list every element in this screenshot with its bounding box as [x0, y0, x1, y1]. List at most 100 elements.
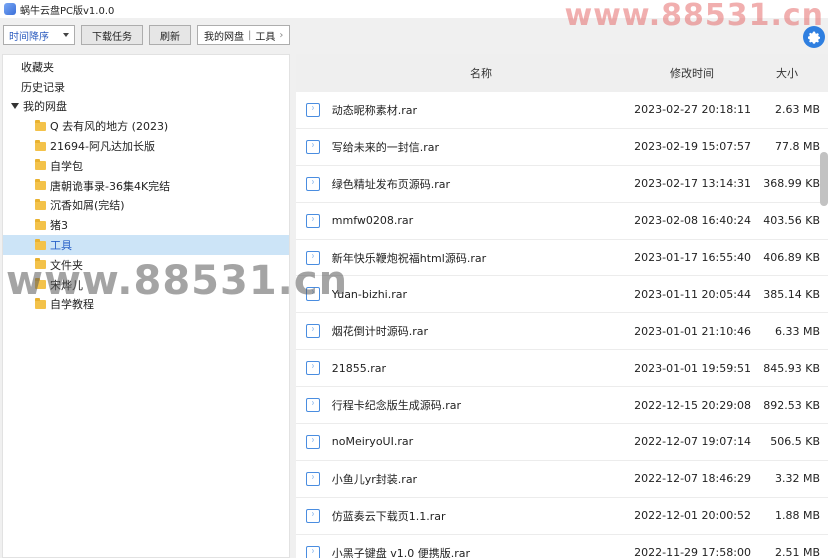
folder-icon	[35, 119, 46, 131]
settings-button[interactable]	[803, 26, 825, 48]
file-size: 892.53 KB	[763, 398, 820, 412]
folder-tree-sidebar: 收藏夹 历史记录 我的网盘 Q 去有风的地方 (2023) 21694-阿凡达加长…	[2, 54, 290, 558]
file-row[interactable]: ⁾ 仿蓝奏云下载页1.1.rar 2022-12-01 20:00:52 1.88 M…	[296, 498, 828, 535]
gear-icon	[808, 31, 820, 44]
file-modified-time: 2022-12-07 19:07:14	[634, 435, 751, 449]
file-size: 385.14 KB	[763, 287, 820, 301]
file-size: 1.88 MB	[774, 509, 820, 523]
file-row[interactable]: ⁾ noMeiryoUI.rar 2022-12-07 19:07:14 506.5 …	[296, 424, 828, 461]
toolbar: 时间降序 下载任务 刷新 我的网盘 | 工具 ›	[0, 22, 828, 48]
file-name: 仿蓝奏云下载页1.1.rar	[331, 509, 446, 523]
archive-file-icon: ⁾	[306, 434, 320, 449]
file-row[interactable]: ⁾ 动态昵称素材.rar 2023-02-27 20:18:11 2.63 MB	[296, 92, 828, 129]
folder-icon	[35, 278, 46, 290]
sidebar-folder-item[interactable]: 自学包	[3, 156, 289, 176]
file-size: 2.63 MB	[774, 103, 820, 117]
sidebar-item-label: 我的网盘	[23, 100, 67, 114]
file-name: 写给未来的一封信.rar	[331, 140, 440, 154]
sidebar-item-history[interactable]: 历史记录	[3, 77, 289, 97]
archive-file-icon: ⁾	[306, 176, 320, 191]
sidebar-folder-item[interactable]: 宋烨儿	[3, 275, 289, 295]
sidebar-folder-item[interactable]: 自学教程	[3, 295, 289, 315]
file-size: 77.8 MB	[774, 140, 820, 154]
sidebar-folder-label: Q 去有风的地方 (2023)	[50, 120, 169, 134]
file-row[interactable]: ⁾ 小鱼儿yr封装.rar 2022-12-07 18:46:29 3.32 MB	[296, 461, 828, 498]
folder-icon	[35, 159, 46, 171]
chevron-down-icon	[63, 33, 69, 37]
file-size: 2.51 MB	[774, 546, 820, 558]
sidebar-item-label: 历史记录	[21, 80, 65, 94]
sidebar-folder-item[interactable]: 工具	[3, 235, 289, 255]
file-row[interactable]: ⁾ 小黑子键盘 v1.0 便携版.rar 2022-11-29 17:58:00 2.…	[296, 535, 828, 558]
scrollbar-thumb[interactable]	[820, 152, 828, 206]
file-name: 动态昵称素材.rar	[331, 103, 418, 117]
file-row[interactable]: ⁾ 行程卡纪念版生成源码.rar 2022-12-15 20:29:08 892.53…	[296, 387, 828, 425]
sidebar-folder-label: 文件夹	[50, 258, 83, 272]
sidebar-folder-label: 沉香如屑(完结)	[50, 199, 125, 213]
sidebar-item-my-drive[interactable]: 我的网盘	[3, 97, 289, 117]
sidebar-folder-label: 唐朝诡事录-36集4K完结	[50, 179, 171, 193]
archive-file-icon: ⁾	[306, 250, 320, 265]
archive-file-icon: ⁾	[306, 508, 320, 523]
file-list-header: 名称 修改时间 大小	[296, 54, 828, 92]
file-modified-time: 2023-02-08 16:40:24	[634, 214, 751, 228]
breadcrumb: 我的网盘 | 工具 ›	[197, 25, 291, 45]
title-bar: 蜗牛云盘PC版v1.0.0	[0, 0, 828, 18]
file-name: 绿色精址发布页源码.rar	[331, 177, 451, 191]
breadcrumb-separator-icon: |	[248, 29, 252, 41]
file-name: 新年快乐鞭炮祝福html源码.rar	[331, 251, 487, 265]
breadcrumb-item-my-drive[interactable]: 我的网盘	[202, 28, 246, 43]
sidebar-folder-item[interactable]: 猪3	[3, 215, 289, 235]
folder-icon	[35, 297, 46, 309]
file-name: 小鱼儿yr封装.rar	[331, 472, 418, 486]
file-name: Yuan-bizhi.rar	[331, 287, 407, 301]
archive-file-icon: ⁾	[306, 287, 320, 302]
file-row[interactable]: ⁾ 烟花倒计时源码.rar 2023-01-01 21:10:46 6.33 MB	[296, 313, 828, 351]
chevron-down-icon[interactable]	[11, 103, 19, 110]
sidebar-folder-label: 自学教程	[50, 298, 94, 312]
archive-file-icon: ⁾	[306, 545, 320, 558]
folder-icon	[35, 258, 46, 270]
column-header-size[interactable]: 大小	[758, 65, 816, 81]
sort-select[interactable]: 时间降序	[3, 25, 75, 45]
download-tasks-button[interactable]: 下载任务	[81, 25, 143, 45]
file-size: 506.5 KB	[770, 435, 820, 449]
file-row[interactable]: ⁾ Yuan-bizhi.rar 2023-01-11 20:05:44 385.14…	[296, 276, 828, 314]
file-name: 烟花倒计时源码.rar	[331, 325, 429, 339]
file-row[interactable]: ⁾ 新年快乐鞭炮祝福html源码.rar 2023-01-17 16:55:40 40…	[296, 240, 828, 277]
file-name: noMeiryoUI.rar	[331, 435, 414, 449]
window-title: 蜗牛云盘PC版v1.0.0	[20, 5, 115, 17]
folder-icon	[35, 238, 46, 250]
file-row[interactable]: ⁾ 写给未来的一封信.rar 2023-02-19 15:07:57 77.8 MB	[296, 129, 828, 166]
sidebar-folder-item[interactable]: 唐朝诡事录-36集4K完结	[3, 176, 289, 196]
file-modified-time: 2023-01-01 21:10:46	[634, 324, 751, 338]
column-header-name[interactable]: 名称	[296, 65, 626, 81]
file-row[interactable]: ⁾ mmfw0208.rar 2023-02-08 16:40:24 403.56 K…	[296, 203, 828, 240]
sidebar-folder-label: 猪3	[50, 219, 68, 233]
folder-icon	[35, 179, 46, 191]
column-header-modified[interactable]: 修改时间	[626, 65, 758, 81]
sidebar-folder-item[interactable]: Q 去有风的地方 (2023)	[3, 116, 289, 136]
file-modified-time: 2023-02-27 20:18:11	[634, 103, 751, 117]
sidebar-folder-label: 21694-阿凡达加长版	[50, 140, 155, 154]
sidebar-folder-item[interactable]: 21694-阿凡达加长版	[3, 136, 289, 156]
file-name: 小黑子键盘 v1.0 便携版.rar	[331, 546, 471, 558]
app-logo-icon	[4, 3, 16, 15]
folder-icon	[35, 198, 46, 210]
sidebar-item-favorites[interactable]: 收藏夹	[3, 57, 289, 77]
file-row[interactable]: ⁾ 21855.rar 2023-01-01 19:59:51 845.93 KB	[296, 350, 828, 388]
sidebar-folder-item[interactable]: 文件夹	[3, 255, 289, 275]
refresh-button[interactable]: 刷新	[149, 25, 191, 45]
file-name: mmfw0208.rar	[331, 214, 414, 228]
file-modified-time: 2022-12-07 18:46:29	[634, 472, 751, 486]
file-modified-time: 2022-11-29 17:58:00	[634, 546, 751, 558]
archive-file-icon: ⁾	[306, 398, 320, 413]
sidebar-folder-label: 宋烨儿	[50, 278, 83, 292]
sidebar-folder-item[interactable]: 沉香如屑(完结)	[3, 196, 289, 216]
archive-file-icon: ⁾	[306, 361, 320, 376]
file-name: 21855.rar	[331, 361, 387, 375]
file-size: 406.89 KB	[763, 251, 820, 264]
file-row[interactable]: ⁾ 绿色精址发布页源码.rar 2023-02-17 13:14:31 368.99 …	[296, 166, 828, 203]
breadcrumb-item-tools[interactable]: 工具	[253, 28, 277, 43]
file-modified-time: 2023-01-17 16:55:40	[634, 251, 751, 264]
